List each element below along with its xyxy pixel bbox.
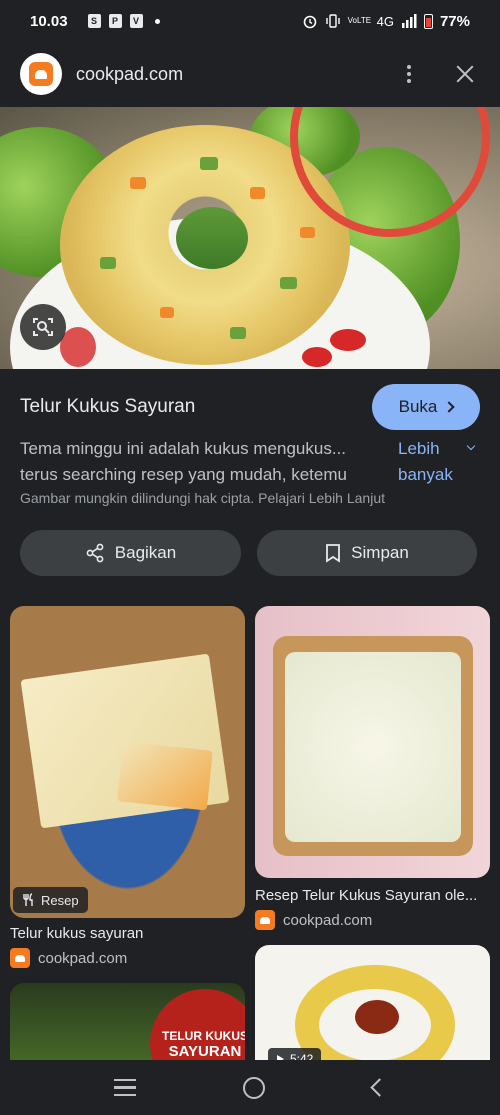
- carrot-piece: [130, 177, 146, 189]
- battery-percent: 77%: [439, 12, 470, 30]
- site-name[interactable]: cookpad.com: [76, 64, 183, 85]
- cookpad-logo-icon[interactable]: [20, 53, 62, 95]
- save-label: Simpan: [351, 543, 409, 562]
- battery-icon: [423, 13, 433, 29]
- related-card-title[interactable]: Telur kukus sayuran: [10, 925, 245, 942]
- chevron-right-icon: [443, 401, 456, 413]
- alarm-icon: [303, 15, 316, 29]
- share-button[interactable]: Bagikan: [20, 530, 241, 576]
- ring-center: [176, 207, 248, 269]
- description-line: terus searching resep yang mudah, ketemu: [20, 465, 347, 484]
- app-notification-icon: V: [129, 14, 143, 28]
- bean-piece: [230, 327, 246, 339]
- volte-label: VoLTE: [347, 16, 372, 25]
- system-nav-bar: [0, 1060, 500, 1115]
- recents-icon[interactable]: [113, 1078, 136, 1097]
- sauce-bowl: [355, 1000, 399, 1034]
- result-description: Tema minggu ini adalah kukus mengukus...…: [20, 436, 370, 488]
- more-vert-icon[interactable]: [394, 59, 424, 89]
- carrot-piece: [300, 227, 315, 238]
- bookmark-icon: [326, 544, 341, 563]
- overlay-text: SAYURAN: [168, 1043, 242, 1060]
- share-icon: [86, 543, 104, 563]
- sauce-dot: [302, 347, 332, 367]
- cookpad-logo-icon: [255, 910, 275, 930]
- overlay-text: TELUR KUKUS: [162, 1029, 245, 1043]
- share-label: Bagikan: [114, 543, 177, 562]
- recipe-badge: Resep: [13, 887, 88, 913]
- hero-image[interactable]: [0, 107, 500, 369]
- status-time: 10.03: [30, 12, 68, 30]
- status-bar: 10.03 S P V VoLTE 4G 77%: [0, 0, 500, 42]
- signal-icon: [401, 14, 417, 28]
- network-type: 4G: [376, 13, 394, 29]
- bean-piece: [200, 157, 218, 170]
- sauce-dot: [330, 329, 366, 351]
- sauce-dot: [60, 327, 96, 367]
- related-card-title[interactable]: Resep Telur Kukus Sayuran ole...: [255, 887, 490, 904]
- open-button-label: Buka: [398, 397, 438, 416]
- related-card-1[interactable]: [10, 606, 245, 918]
- related-card-2[interactable]: [255, 606, 490, 878]
- lens-search-icon[interactable]: [20, 304, 66, 350]
- pinterest-notification-icon: P: [108, 14, 122, 28]
- related-card-source[interactable]: cookpad.com: [10, 948, 127, 968]
- more-link-label: Lebih banyak: [398, 439, 453, 484]
- save-button[interactable]: Simpan: [257, 530, 477, 576]
- home-icon[interactable]: [243, 1076, 266, 1099]
- more-notifications-icon: [154, 18, 160, 24]
- result-title: Telur Kukus Sayuran: [20, 396, 196, 417]
- more-link[interactable]: Lebih banyak: [398, 436, 482, 488]
- source-label: cookpad.com: [38, 949, 128, 967]
- shopee-notification-icon: S: [87, 14, 101, 28]
- vibrate-icon: [325, 14, 340, 28]
- recipe-badge-label: Resep: [41, 892, 79, 908]
- open-button[interactable]: Buka: [372, 384, 480, 430]
- carrot-piece: [250, 187, 265, 199]
- source-label: cookpad.com: [283, 911, 373, 929]
- steamed-egg-slice: [117, 741, 213, 811]
- close-icon[interactable]: [450, 59, 480, 89]
- bean-piece: [100, 257, 116, 269]
- related-card-source[interactable]: cookpad.com: [255, 910, 372, 930]
- viewer-header: cookpad.com: [0, 52, 500, 96]
- cookpad-logo-icon: [10, 948, 30, 968]
- bean-piece: [280, 277, 297, 289]
- chevron-down-icon: [466, 441, 476, 451]
- carrot-piece: [160, 307, 174, 318]
- back-icon[interactable]: [370, 1078, 389, 1097]
- steamed-egg: [285, 652, 461, 842]
- fork-knife-icon: [23, 893, 33, 906]
- copyright-notice[interactable]: Gambar mungkin dilindungi hak cipta. Pel…: [20, 490, 385, 506]
- description-line: Tema minggu ini adalah kukus mengukus...: [20, 439, 347, 458]
